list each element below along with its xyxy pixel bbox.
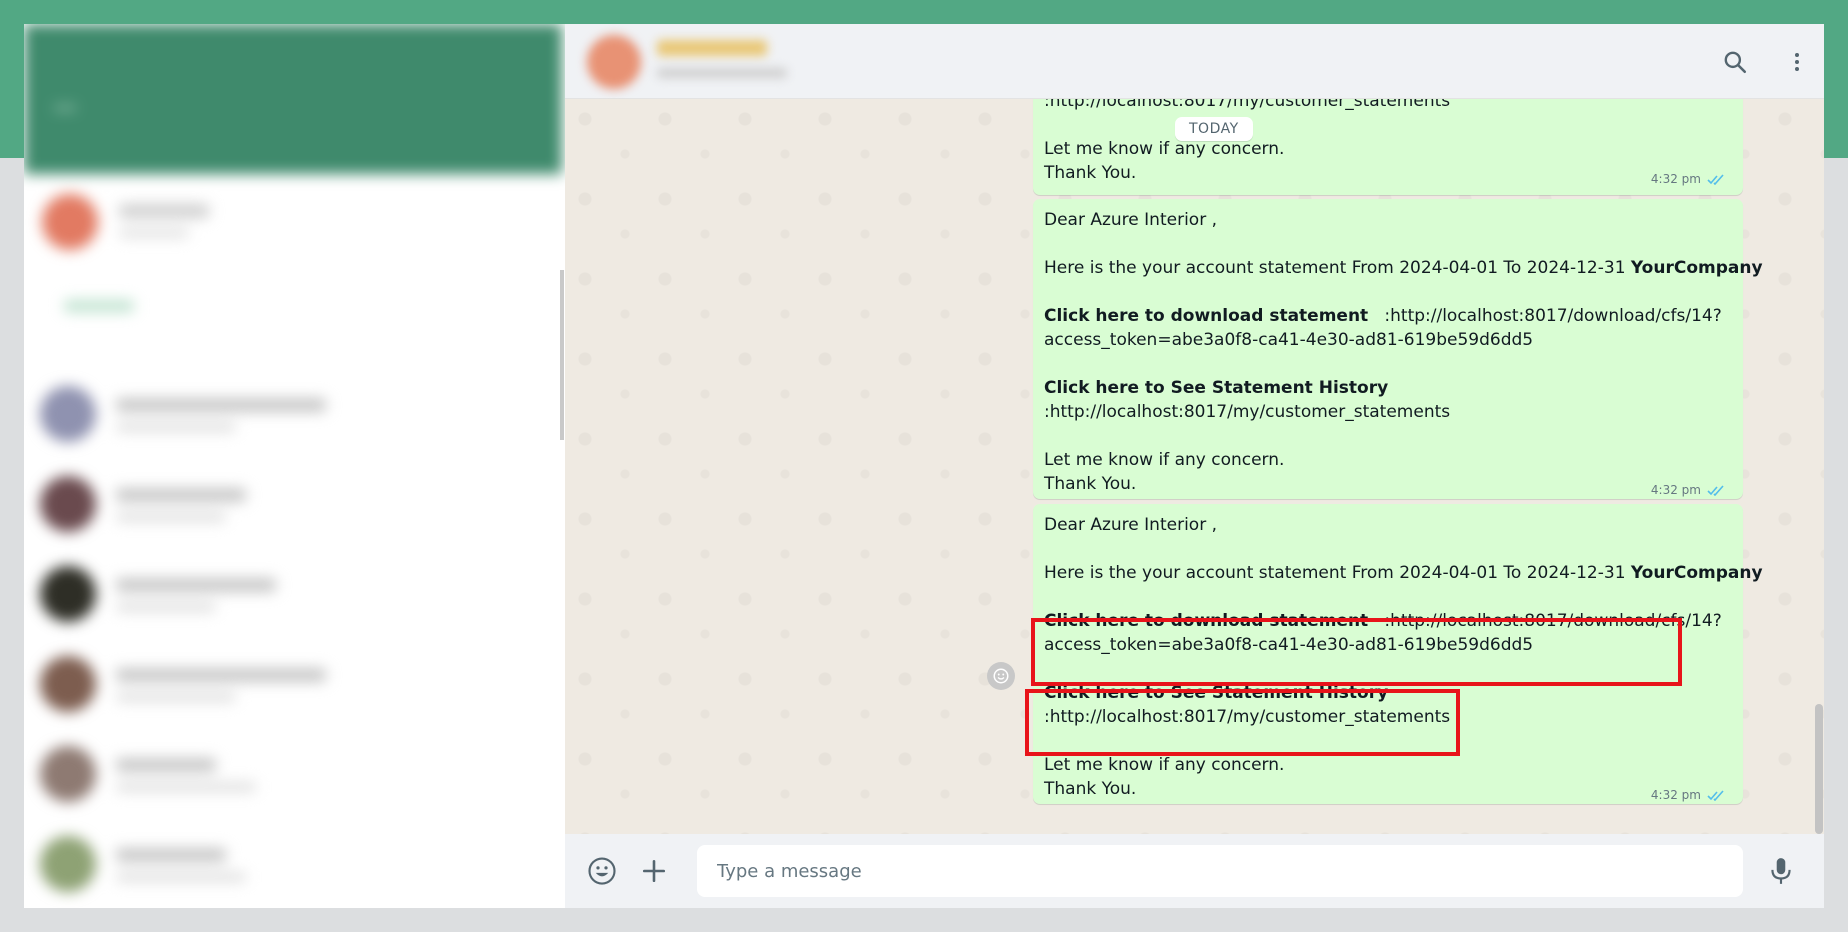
back-arrow-icon bbox=[54, 106, 76, 110]
menu-button[interactable] bbox=[1777, 42, 1817, 82]
scrollbar[interactable] bbox=[1815, 704, 1823, 834]
list-item-name bbox=[116, 848, 226, 862]
list-item bbox=[24, 554, 562, 634]
plus-icon bbox=[642, 859, 666, 883]
list-item bbox=[24, 464, 562, 544]
list-item-preview bbox=[116, 512, 226, 522]
list-item-preview bbox=[116, 692, 236, 702]
attach-button[interactable] bbox=[633, 850, 675, 892]
avatar[interactable] bbox=[587, 35, 641, 89]
emoji-icon bbox=[588, 857, 616, 885]
message-thanks-text: Thank You. bbox=[1044, 163, 1137, 183]
message-meta: 4:32 pm bbox=[1651, 788, 1725, 802]
history-link[interactable]: :http://localhost:8017/my/customer_state… bbox=[1044, 401, 1450, 423]
statement-text: Here is the your account statement From … bbox=[1044, 563, 1626, 583]
avatar bbox=[40, 476, 96, 532]
contact-status-blurred bbox=[657, 68, 787, 78]
message-closing-text: Let me know if any concern. bbox=[1044, 755, 1285, 775]
message-closing-text: Let me know if any concern. bbox=[1044, 139, 1285, 159]
whatsapp-window: :http://localhost:8017/my/customer_state… bbox=[24, 24, 1824, 908]
section-label-placeholder bbox=[64, 300, 134, 312]
history-label: Click here to See Statement History bbox=[1044, 378, 1389, 398]
blurred-chat-list bbox=[24, 24, 562, 908]
panel-divider bbox=[560, 270, 564, 440]
message-bubble[interactable]: :http://localhost:8017/my/customer_state… bbox=[1033, 99, 1743, 195]
download-link[interactable]: :http://localhost:8017/download/cfs/14? bbox=[1384, 306, 1721, 326]
download-link-highlight bbox=[1031, 618, 1682, 686]
message-greeting: Dear Azure Interior , bbox=[1044, 515, 1217, 535]
double-check-icon bbox=[1707, 173, 1724, 185]
emoji-icon bbox=[993, 668, 1009, 684]
list-item bbox=[24, 734, 562, 814]
emoji-button[interactable] bbox=[581, 850, 623, 892]
profile-name-placeholder bbox=[119, 204, 209, 218]
date-chip: TODAY bbox=[1175, 117, 1253, 141]
company-name: YourCompany bbox=[1630, 563, 1763, 583]
double-check-icon bbox=[1707, 789, 1724, 801]
message-download-line: Click here to download statement :http:/… bbox=[1044, 305, 1722, 327]
message-composer bbox=[565, 834, 1824, 908]
list-item bbox=[24, 374, 562, 454]
avatar bbox=[40, 386, 96, 442]
message-link-text[interactable]: :http://localhost:8017/my/customer_state… bbox=[1044, 99, 1450, 112]
message-statement-line: Here is the your account statement From … bbox=[1044, 562, 1763, 584]
message-thanks-text: Thank You. bbox=[1044, 474, 1137, 494]
avatar bbox=[40, 566, 96, 622]
conversation-panel: :http://localhost:8017/my/customer_state… bbox=[565, 24, 1824, 908]
reaction-button[interactable] bbox=[987, 662, 1015, 690]
list-item bbox=[24, 824, 562, 904]
list-item-preview bbox=[116, 782, 256, 792]
company-name: YourCompany bbox=[1630, 258, 1763, 278]
more-vertical-icon bbox=[1795, 53, 1799, 71]
avatar bbox=[40, 836, 96, 892]
avatar bbox=[40, 746, 96, 802]
statement-text: Here is the your account statement From … bbox=[1044, 258, 1626, 278]
message-greeting: Dear Azure Interior , bbox=[1044, 210, 1217, 230]
chat-list-panel bbox=[24, 24, 564, 908]
list-item-preview bbox=[116, 872, 246, 882]
list-item-name bbox=[116, 398, 326, 412]
list-item-name bbox=[116, 578, 276, 592]
message-closing-text: Let me know if any concern. bbox=[1044, 450, 1285, 470]
message-time: 4:32 pm bbox=[1650, 788, 1701, 802]
message-meta: 4:32 pm bbox=[1651, 483, 1725, 497]
contact-name-blurred[interactable] bbox=[657, 40, 767, 56]
microphone-icon bbox=[1771, 858, 1791, 884]
avatar bbox=[42, 194, 98, 250]
message-time: 4:32 pm bbox=[1650, 172, 1701, 186]
history-link-highlight bbox=[1025, 689, 1460, 756]
download-link-continuation[interactable]: access_token=abe3a0f8-ca41-4e30-ad81-619… bbox=[1044, 329, 1533, 351]
search-icon bbox=[1724, 51, 1747, 74]
profile-row bbox=[24, 184, 562, 264]
message-meta: 4:32 pm bbox=[1651, 172, 1725, 186]
avatar bbox=[40, 656, 96, 712]
search-button[interactable] bbox=[1715, 42, 1755, 82]
list-item-name bbox=[116, 668, 326, 682]
double-check-icon bbox=[1707, 484, 1724, 496]
message-list[interactable]: :http://localhost:8017/my/customer_state… bbox=[565, 99, 1824, 834]
message-time: 4:32 pm bbox=[1650, 483, 1701, 497]
left-panel-header bbox=[24, 24, 562, 174]
list-item bbox=[24, 644, 562, 724]
message-bubble[interactable]: Dear Azure Interior , Here is the your a… bbox=[1033, 199, 1763, 499]
list-item-preview bbox=[116, 602, 216, 612]
list-item-preview bbox=[116, 422, 236, 432]
list-item-name bbox=[116, 758, 216, 772]
message-statement-line: Here is the your account statement From … bbox=[1044, 257, 1763, 279]
conversation-header bbox=[565, 24, 1824, 99]
download-label: Click here to download statement bbox=[1044, 306, 1369, 326]
profile-sub-placeholder bbox=[119, 228, 189, 238]
message-thanks-text: Thank You. bbox=[1044, 779, 1137, 799]
message-input[interactable] bbox=[697, 845, 1743, 897]
list-item-name bbox=[116, 488, 246, 502]
voice-message-button[interactable] bbox=[1760, 850, 1802, 892]
